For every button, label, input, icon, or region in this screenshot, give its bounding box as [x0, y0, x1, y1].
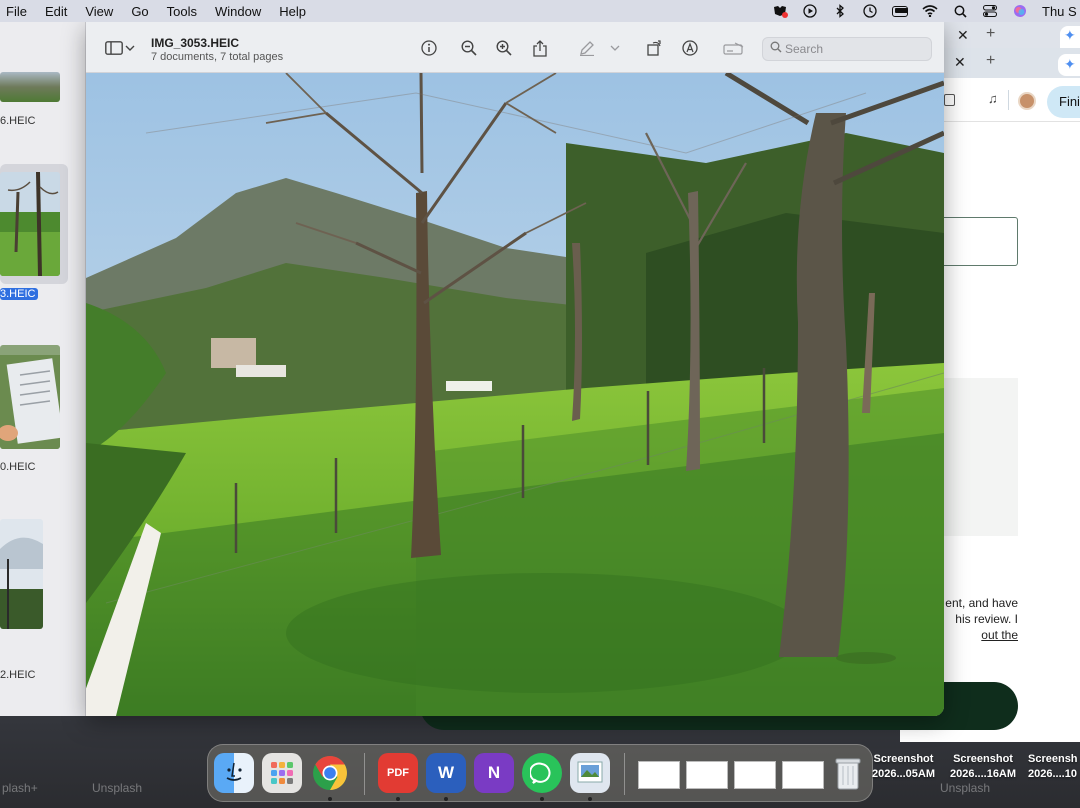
preview-app-icon[interactable] — [570, 753, 610, 793]
menu-help[interactable]: Help — [270, 4, 315, 19]
thumbnail-label[interactable]: 6.HEIC — [0, 115, 35, 127]
search-icon — [770, 41, 782, 56]
sidebar-toggle-icon[interactable] — [104, 38, 124, 58]
zoom-out-icon[interactable] — [459, 38, 479, 58]
thumbnail-image[interactable] — [0, 172, 60, 276]
signature-icon[interactable] — [723, 38, 745, 58]
annotate-icon[interactable] — [680, 38, 700, 58]
desktop-file-label[interactable]: Screenshot 2026...05AM — [872, 752, 935, 782]
trash-icon[interactable] — [828, 753, 868, 793]
chrome-icon[interactable] — [310, 753, 350, 793]
thumbnail-image[interactable] — [0, 519, 43, 629]
document-subtitle: 7 documents, 7 total pages — [151, 51, 284, 63]
dock-separator — [364, 753, 365, 795]
thumbnail-image[interactable] — [0, 72, 60, 102]
search-field[interactable] — [762, 37, 932, 61]
new-tab-icon[interactable]: + — [986, 52, 995, 70]
wallpaper-caption: Unsplash — [92, 781, 143, 795]
close-tab-icon[interactable]: ✕ — [954, 54, 966, 71]
preview-window: IMG_3053.HEIC 7 documents, 7 total pages — [86, 22, 944, 716]
menu-file[interactable]: File — [0, 4, 36, 19]
menubar-clock[interactable]: Thu S — [1042, 4, 1078, 19]
file-name-line: 2026...05AM — [872, 768, 935, 780]
paragraph-link[interactable]: out the — [981, 628, 1018, 642]
thumbnail-label[interactable]: 0.HEIC — [0, 461, 35, 473]
chevron-down-icon[interactable] — [609, 38, 621, 58]
wallpaper-caption: Unsplash — [940, 781, 991, 795]
rotate-icon[interactable] — [644, 38, 664, 58]
launchpad-icon[interactable] — [262, 753, 302, 793]
gemini-icon: ✦ — [1064, 56, 1076, 72]
preview-toolbar: IMG_3053.HEIC 7 documents, 7 total pages — [86, 22, 944, 73]
bluetooth-icon[interactable] — [832, 4, 848, 18]
dock: PDF W N — [207, 744, 873, 802]
reader-icon[interactable] — [944, 94, 955, 106]
menu-window[interactable]: Window — [206, 4, 270, 19]
app-status-icon[interactable] — [772, 4, 788, 18]
spotlight-search-icon[interactable] — [952, 4, 968, 18]
running-indicator — [396, 797, 400, 801]
document-image — [86, 73, 944, 716]
minimized-window-thumbnail[interactable] — [638, 761, 680, 789]
menu-tools[interactable]: Tools — [158, 4, 206, 19]
markup-pen-icon[interactable] — [577, 38, 597, 58]
minimized-window-thumbnail[interactable] — [782, 761, 824, 789]
thumbnail-image[interactable] — [0, 345, 60, 449]
preview-thumbnail-sidebar: 6.HEIC 3.HEIC 0.HEIC 2.HEIC — [0, 22, 86, 716]
wifi-icon[interactable] — [922, 4, 938, 18]
file-name-line: 2026....10 — [1028, 768, 1077, 780]
menu-edit[interactable]: Edit — [36, 4, 76, 19]
minimized-window-thumbnail[interactable] — [734, 761, 776, 789]
running-indicator — [588, 797, 592, 801]
file-name-line: Screenshot — [953, 753, 1013, 765]
content-card — [940, 378, 1018, 536]
battery-icon[interactable] — [892, 4, 908, 18]
control-center-icon[interactable] — [982, 4, 998, 18]
pdf-reader-icon[interactable]: PDF — [378, 753, 418, 793]
thumbnail-label[interactable]: 3.HEIC — [0, 288, 39, 300]
info-icon[interactable] — [419, 38, 439, 58]
new-tab-icon[interactable]: + — [986, 25, 995, 43]
running-indicator — [444, 797, 448, 801]
zoom-in-icon[interactable] — [494, 38, 514, 58]
file-name-line: Screensh — [1028, 753, 1078, 765]
chevron-down-icon[interactable] — [124, 38, 136, 58]
text-input-field[interactable] — [940, 217, 1018, 266]
minimized-window-thumbnail[interactable] — [686, 761, 728, 789]
menu-bar: File Edit View Go Tools Window Help Thu — [0, 0, 1080, 22]
siri-icon[interactable] — [1012, 4, 1028, 18]
menu-go[interactable]: Go — [122, 4, 157, 19]
dock-separator — [624, 753, 625, 795]
running-indicator — [540, 797, 544, 801]
onenote-icon[interactable]: N — [474, 753, 514, 793]
thumbnail-label[interactable]: 2.HEIC — [0, 669, 35, 681]
menu-view[interactable]: View — [76, 4, 122, 19]
finish-button[interactable]: Finis — [1047, 86, 1080, 118]
toolbar-divider — [1008, 90, 1009, 110]
play-icon[interactable] — [802, 4, 818, 18]
search-input[interactable] — [785, 40, 925, 58]
gemini-icon: ✦ — [1064, 27, 1076, 43]
media-control-icon[interactable]: ♫ — [988, 91, 998, 106]
wallpaper-caption: plash+ — [2, 781, 38, 795]
time-machine-icon[interactable] — [862, 4, 878, 18]
finder-icon[interactable] — [214, 753, 254, 793]
word-icon[interactable]: W — [426, 753, 466, 793]
share-icon[interactable] — [530, 38, 550, 58]
running-indicator — [328, 797, 332, 801]
desktop-file-label[interactable]: Screensh 2026....10 — [1028, 752, 1080, 782]
file-name-line: Screenshot — [873, 753, 934, 765]
desktop-file-label[interactable]: Screenshot 2026....16AM — [950, 752, 1016, 782]
document-title: IMG_3053.HEIC — [151, 36, 240, 50]
whatsapp-icon[interactable] — [522, 753, 562, 793]
avatar[interactable] — [1018, 92, 1036, 110]
close-tab-icon[interactable]: ✕ — [957, 27, 969, 44]
file-name-line: 2026....16AM — [950, 768, 1017, 780]
